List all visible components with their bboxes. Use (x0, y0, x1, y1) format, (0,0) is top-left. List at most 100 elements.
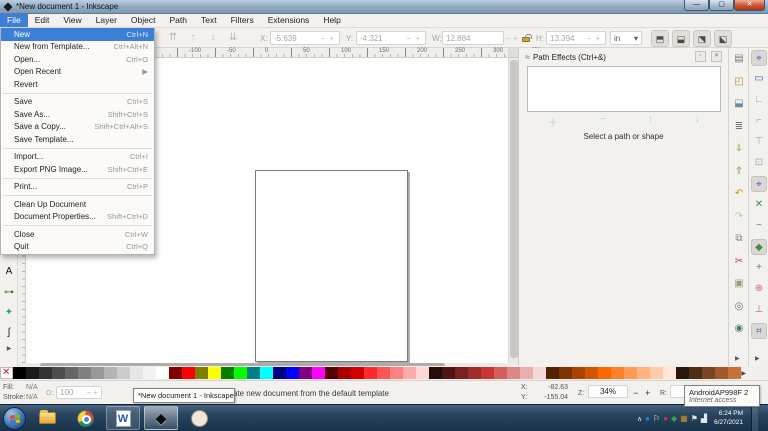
taskbar-clock[interactable]: 6:24 PM 6/27/2021 (714, 410, 743, 428)
zoom-increase-button[interactable]: + (645, 388, 650, 398)
palette-overflow-arrow[interactable]: ▶ (741, 370, 746, 377)
palette-swatch-e6e6e6[interactable] (130, 367, 143, 379)
undo-icon[interactable]: ↶ (731, 186, 747, 202)
scale-stroke-toggle[interactable]: ⬒ (651, 30, 669, 47)
palette-swatch-999999[interactable] (91, 367, 104, 379)
file-menu-item-save-template[interactable]: Save Template... (1, 133, 154, 146)
palette-swatch-782121[interactable] (455, 367, 468, 379)
lower-to-bottom-icon[interactable]: ⇊ (225, 30, 241, 46)
tray-app-blue-icon[interactable]: ● (645, 414, 650, 424)
file-menu-item-export-png-image[interactable]: Export PNG Image...Shift+Ctrl+E (1, 163, 154, 176)
copy-icon[interactable]: ⧉ (731, 231, 747, 247)
palette-swatch-b3b3b3[interactable] (104, 367, 117, 379)
file-menu-item-clean-up-document[interactable]: Clean Up Document (1, 198, 154, 211)
palette-swatch-c83737[interactable] (481, 367, 494, 379)
file-menu-item-save[interactable]: SaveCtrl+S (1, 96, 154, 109)
palette-swatch-000000[interactable] (13, 367, 26, 379)
palette-swatch-d35f5f[interactable] (494, 367, 507, 379)
file-menu-item-import[interactable]: Import...Ctrl+I (1, 151, 154, 164)
palette-swatch-e9afaf[interactable] (520, 367, 533, 379)
snap-grids-icon[interactable]: ⌗ (751, 323, 767, 339)
units-dropdown[interactable]: in ▾ (610, 31, 642, 45)
file-menu-item-print[interactable]: Print...Ctrl+P (1, 181, 154, 194)
palette-swatch-d45500[interactable] (585, 367, 598, 379)
palette-swatch-none[interactable] (0, 367, 13, 379)
palette-swatch-ffd5d5[interactable] (416, 367, 429, 379)
snap-bbox-edge-midpoints-icon[interactable]: ⊤ (751, 134, 767, 150)
palette-swatch-de8787[interactable] (507, 367, 520, 379)
explorer-taskbar-icon[interactable] (30, 406, 64, 430)
palette-swatch-ffb380[interactable] (637, 367, 650, 379)
palette-swatch-502d16[interactable] (689, 367, 702, 379)
lock-ratio-icon[interactable] (522, 37, 530, 42)
file-menu-item-document-properties[interactable]: Document Properties...Shift+Ctrl+D (1, 211, 154, 224)
commands-overflow-arrow[interactable]: ▶ (735, 355, 740, 362)
print-icon[interactable]: ≣ (731, 119, 747, 135)
export-icon[interactable]: ⇑ (731, 164, 747, 180)
palette-swatch-aa4400[interactable] (572, 367, 585, 379)
paste-icon[interactable]: ▣ (731, 276, 747, 292)
menubar-item-filters[interactable]: Filters (224, 14, 261, 27)
tray-flag-white-icon[interactable]: ⚐ (653, 414, 660, 424)
snap-enabled-icon[interactable]: ⌖ (751, 50, 767, 66)
palette-swatch-a05a2c[interactable] (715, 367, 728, 379)
file-menu-item-new[interactable]: NewCtrl+N (1, 28, 154, 41)
h-increment[interactable]: + (593, 34, 602, 43)
paint-taskbar-icon[interactable] (182, 406, 216, 430)
panel-minimize-button[interactable]: ▫ (695, 51, 706, 62)
title-bar[interactable]: *New document 1 - Inkscape — ▢ ✕ (0, 0, 768, 14)
tray-expand-icon[interactable]: ∧ (637, 415, 642, 423)
move-effect-down-button[interactable]: ↓ (695, 114, 700, 129)
palette-swatch-0000ff[interactable] (286, 367, 299, 379)
palette-swatch-ffff00[interactable] (208, 367, 221, 379)
palette-swatch-784421[interactable] (702, 367, 715, 379)
x-decrement[interactable]: − (319, 34, 328, 43)
palette-swatch-ff5555[interactable] (377, 367, 390, 379)
y-decrement[interactable]: − (405, 34, 414, 43)
palette-swatch-800080[interactable] (299, 367, 312, 379)
menubar-item-path[interactable]: Path (162, 14, 194, 27)
snap-smooth-nodes-icon[interactable]: ~ (751, 218, 767, 234)
palette-swatch-c87137[interactable] (728, 367, 741, 379)
remove-effect-button[interactable]: − (600, 114, 606, 129)
palette-swatch-ffccaa[interactable] (650, 367, 663, 379)
palette-swatch-cccccc[interactable] (117, 367, 130, 379)
vertical-scrollbar[interactable] (508, 48, 518, 363)
snap-bbox-centers-icon[interactable]: ⊡ (751, 155, 767, 171)
palette-swatch-28170b[interactable] (676, 367, 689, 379)
palette-swatch-666666[interactable] (65, 367, 78, 379)
snap-bbox-edges-icon[interactable]: ∟ (751, 92, 767, 108)
w-input[interactable]: 12.884 (442, 31, 504, 45)
opacity-input[interactable]: 100 − + (56, 386, 102, 399)
action-center-icon[interactable]: ⚑ (691, 414, 698, 424)
palette-swatch-ffe6d5[interactable] (663, 367, 676, 379)
new-document-icon[interactable]: ▤ (731, 51, 747, 67)
tweak-tool-icon[interactable]: ✦ (1, 305, 17, 321)
menubar-item-view[interactable]: View (56, 14, 88, 27)
palette-swatch-ffffff[interactable] (156, 367, 169, 379)
add-effect-button[interactable]: ＋ (548, 114, 558, 129)
palette-swatch-ff6600[interactable] (598, 367, 611, 379)
zoom-input[interactable]: 34% (588, 385, 628, 398)
menubar-item-text[interactable]: Text (194, 14, 224, 27)
vertical-scrollbar-thumb[interactable] (510, 60, 518, 358)
x-input[interactable]: -5.639 − + (270, 31, 340, 45)
file-menu-item-revert[interactable]: Revert (1, 78, 154, 91)
maximize-button[interactable]: ▢ (709, 0, 734, 11)
palette-swatch-ff2a2a[interactable] (364, 367, 377, 379)
menubar-item-extensions[interactable]: Extensions (261, 14, 317, 27)
snap-path-intersections-icon[interactable]: ✕ (751, 197, 767, 213)
redo-icon[interactable]: ↷ (731, 209, 747, 225)
text-tool-icon[interactable]: A (1, 264, 17, 280)
y-increment[interactable]: + (413, 34, 422, 43)
raise-icon[interactable]: ↑ (185, 30, 201, 46)
word-taskbar-icon[interactable]: W (106, 406, 140, 430)
palette-swatch-803300[interactable] (559, 367, 572, 379)
file-menu-item-open-recent[interactable]: Open Recent▶ (1, 66, 154, 79)
palette-swatch-280b0b[interactable] (429, 367, 442, 379)
palette-swatch-550000[interactable] (325, 367, 338, 379)
menubar-item-layer[interactable]: Layer (89, 14, 124, 27)
file-menu-item-new-from-template[interactable]: New from Template...Ctrl+Alt+N (1, 41, 154, 54)
close-button[interactable]: ✕ (734, 0, 765, 11)
snap-text-baseline-icon[interactable]: ⊥ (751, 302, 767, 318)
